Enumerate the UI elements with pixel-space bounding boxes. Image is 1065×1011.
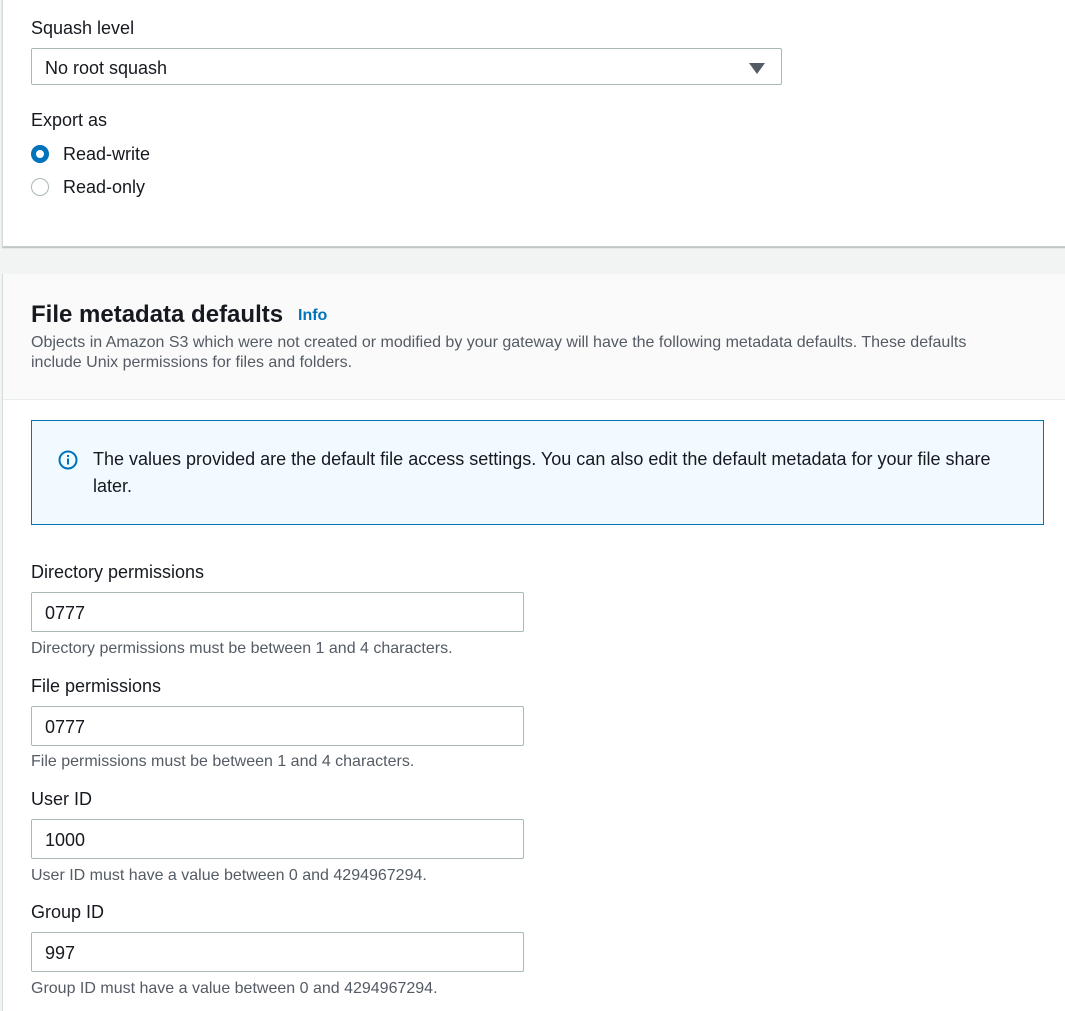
directory-permissions-input[interactable]: 0777 — [31, 592, 524, 632]
info-link[interactable]: Info — [298, 307, 327, 325]
directory-permissions-hint: Directory permissions must be between 1 … — [31, 640, 453, 657]
user-id-hint: User ID must have a value between 0 and … — [31, 867, 427, 884]
info-circle-icon — [58, 450, 78, 470]
squash-level-select[interactable]: No root squash — [31, 48, 782, 85]
panel-header: File metadata defaults Info Objects in A… — [3, 274, 1065, 400]
caret-down-icon — [749, 63, 765, 74]
file-permissions-hint: File permissions must be between 1 and 4… — [31, 753, 415, 770]
file-permissions-value: 0777 — [45, 717, 86, 737]
section-description: Objects in Amazon S3 which were not crea… — [31, 334, 967, 371]
nfs-settings-panel: Squash level No root squash Export as Re… — [2, 0, 1065, 247]
directory-permissions-value: 0777 — [45, 603, 86, 623]
alert-message: The values provided are the default file… — [93, 449, 991, 496]
radio-read-only-label[interactable]: Read-only — [63, 176, 145, 198]
export-as-label: Export as — [31, 110, 108, 130]
info-alert: The values provided are the default file… — [31, 420, 1044, 525]
group-id-value: 997 — [45, 943, 76, 963]
file-permissions-input[interactable]: 0777 — [31, 706, 524, 746]
directory-permissions-label: Directory permissions — [31, 562, 205, 582]
user-id-label: User ID — [31, 789, 93, 809]
group-id-label: Group ID — [31, 902, 105, 922]
radio-read-write[interactable] — [31, 145, 49, 163]
radio-read-only[interactable] — [31, 178, 49, 196]
group-id-hint: Group ID must have a value between 0 and… — [31, 980, 438, 997]
file-permissions-label: File permissions — [31, 676, 162, 696]
group-id-input[interactable]: 997 — [31, 932, 524, 972]
squash-level-label: Squash level — [31, 18, 135, 38]
section-title: File metadata defaults — [31, 301, 284, 328]
user-id-value: 1000 — [45, 830, 86, 850]
squash-level-value: No root squash — [45, 58, 168, 78]
file-metadata-panel: File metadata defaults Info Objects in A… — [2, 274, 1065, 1011]
user-id-input[interactable]: 1000 — [31, 819, 524, 859]
radio-read-write-label[interactable]: Read-write — [63, 143, 150, 165]
